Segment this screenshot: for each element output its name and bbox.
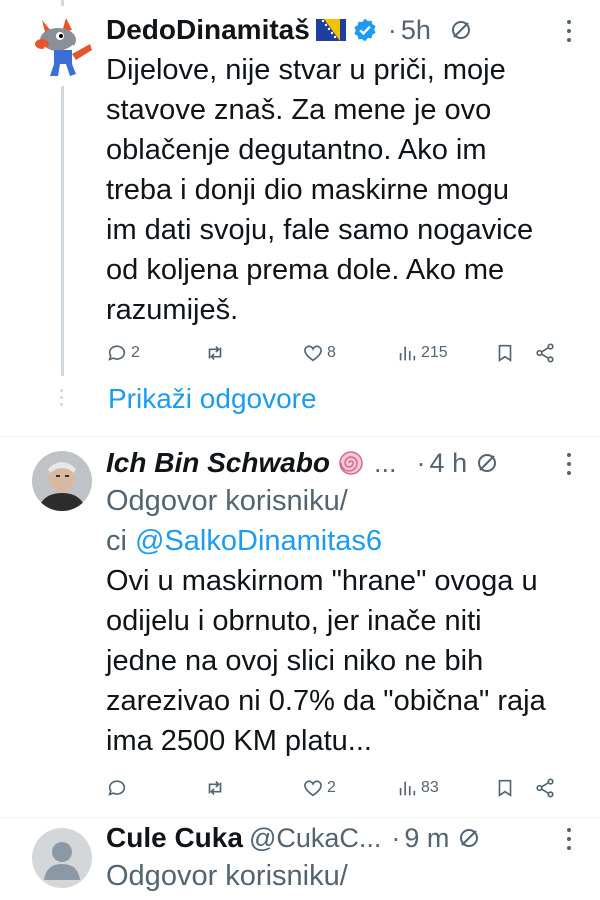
views-count: 215 <box>421 344 448 361</box>
like-icon <box>304 345 322 362</box>
more-icon[interactable] <box>566 828 572 855</box>
like-button[interactable]: 8 <box>302 337 336 369</box>
tweet-text-line: zarezivao ni 0.7% da "obična" raja <box>106 685 546 717</box>
tweet-text-line: ima 2500 KM platu... <box>106 725 372 757</box>
bookmark-button[interactable] <box>494 772 516 804</box>
tweet-3[interactable]: Cule Cuka @CukaC... · 9 m Odgovor korisn… <box>0 818 600 900</box>
tweet-text-line: oblačenje degutantno. Ako im <box>106 134 487 166</box>
views-button[interactable]: 215 <box>396 337 448 369</box>
handle[interactable]: @CukaC... <box>249 823 381 854</box>
tweet-2[interactable]: Ich Bin Schwabo ... · 4 h Odgovor korisn… <box>0 437 600 817</box>
tweet-text-line: razumiješ. <box>106 294 239 326</box>
tweet-1[interactable]: DedoDinamitaš · 5h Dijelove, nije stvar … <box>0 0 600 436</box>
reply-button[interactable]: 2 <box>106 337 140 369</box>
display-name[interactable]: Cule Cuka <box>106 822 243 854</box>
share-button[interactable] <box>534 772 556 804</box>
tweet-actions: 2 83 <box>106 772 566 804</box>
tweet-text: Odgovor korisniku/ ci @SalkoDinamitas6 O… <box>106 481 570 761</box>
reply-prefix: Odgovor korisniku/ <box>106 860 348 892</box>
cartoon-wolf-avatar-icon <box>35 18 92 76</box>
bosnia-flag-icon <box>315 19 346 41</box>
more-icon[interactable] <box>566 453 572 480</box>
separator-dot: · <box>391 822 401 853</box>
bookmark-icon <box>498 344 512 362</box>
bookmark-icon <box>498 779 512 797</box>
reply-prefix-continued: ci <box>106 525 127 557</box>
display-name[interactable]: Ich Bin Schwabo <box>106 447 330 479</box>
like-button[interactable]: 2 <box>302 772 336 804</box>
views-icon <box>399 346 416 361</box>
views-button[interactable]: 83 <box>396 772 439 804</box>
tweet-text-line: Dijelove, nije stvar u priči, moje <box>106 54 506 86</box>
grok-icon[interactable] <box>457 826 481 850</box>
timestamp[interactable]: 4 h <box>430 448 468 479</box>
more-icon[interactable] <box>566 20 572 47</box>
grok-icon[interactable] <box>475 451 499 475</box>
avatar[interactable] <box>32 451 92 511</box>
profile-photo-icon <box>32 451 92 511</box>
tweet-text-line: odijelu i obrnuto, jer inače niti <box>106 605 482 637</box>
display-name[interactable]: DedoDinamitaš <box>106 14 310 46</box>
handle[interactable]: ... <box>374 448 397 479</box>
tweet-text-line: Ovi u maskirnom "hrane" ovoga u <box>106 565 538 597</box>
avatar[interactable] <box>32 14 92 76</box>
reply-icon <box>108 345 126 361</box>
like-count: 8 <box>327 344 336 361</box>
thread-ellipsis <box>60 389 64 410</box>
grok-icon[interactable] <box>449 18 473 42</box>
default-avatar[interactable] <box>32 828 92 888</box>
retweet-button[interactable] <box>204 337 229 369</box>
tweet-header: Ich Bin Schwabo ... · 4 h <box>106 443 580 483</box>
reply-handle-link[interactable]: @SalkoDinamitas6 <box>135 525 382 557</box>
tweet-text-line: stavove znaš. Za mene je ovo <box>106 94 492 126</box>
tweet-text-line: im dati svoju, fale samo nogavice <box>106 214 534 246</box>
like-icon <box>304 780 322 797</box>
timestamp[interactable]: 9 m <box>404 823 449 854</box>
thread-line <box>61 86 64 376</box>
share-button[interactable] <box>534 337 556 369</box>
thread-line <box>61 0 64 6</box>
tweet-text-line: od koljena prema dole. Ako me <box>106 254 505 286</box>
share-icon <box>536 343 554 363</box>
separator-dot: · <box>387 14 397 45</box>
share-icon <box>536 778 554 798</box>
spiral-emoji-icon <box>338 450 364 476</box>
tweet-text: Dijelove, nije stvar u priči, moje stavo… <box>106 50 570 330</box>
retweet-icon <box>208 345 222 361</box>
verified-badge-icon <box>352 17 378 43</box>
tweet-header: Cule Cuka @CukaC... · 9 m <box>106 818 580 858</box>
views-count: 83 <box>421 779 439 796</box>
tweet-text-line: jedne na ovoj slici niko ne bih <box>106 645 484 677</box>
like-count: 2 <box>327 779 336 796</box>
show-replies-link[interactable]: Prikaži odgovore <box>108 383 317 415</box>
tweet-header: DedoDinamitaš · 5h <box>106 10 580 50</box>
views-icon <box>399 781 416 796</box>
reply-button[interactable] <box>106 772 131 804</box>
reply-context: Odgovor korisniku/ <box>106 856 570 896</box>
tweet-text-line: treba i donji dio maskirne mogu <box>106 174 509 206</box>
default-user-icon <box>32 828 92 888</box>
timestamp[interactable]: 5h <box>401 15 431 46</box>
retweet-icon <box>208 780 222 796</box>
reply-icon <box>108 780 126 796</box>
retweet-button[interactable] <box>204 772 229 804</box>
reply-context: Odgovor korisniku/ ci @SalkoDinamitas6 <box>106 481 570 561</box>
reply-count: 2 <box>131 344 140 361</box>
separator-dot: · <box>416 447 426 478</box>
tweet-actions: 2 8 215 <box>106 337 566 369</box>
reply-prefix: Odgovor korisniku/ <box>106 485 348 517</box>
bookmark-button[interactable] <box>494 337 516 369</box>
